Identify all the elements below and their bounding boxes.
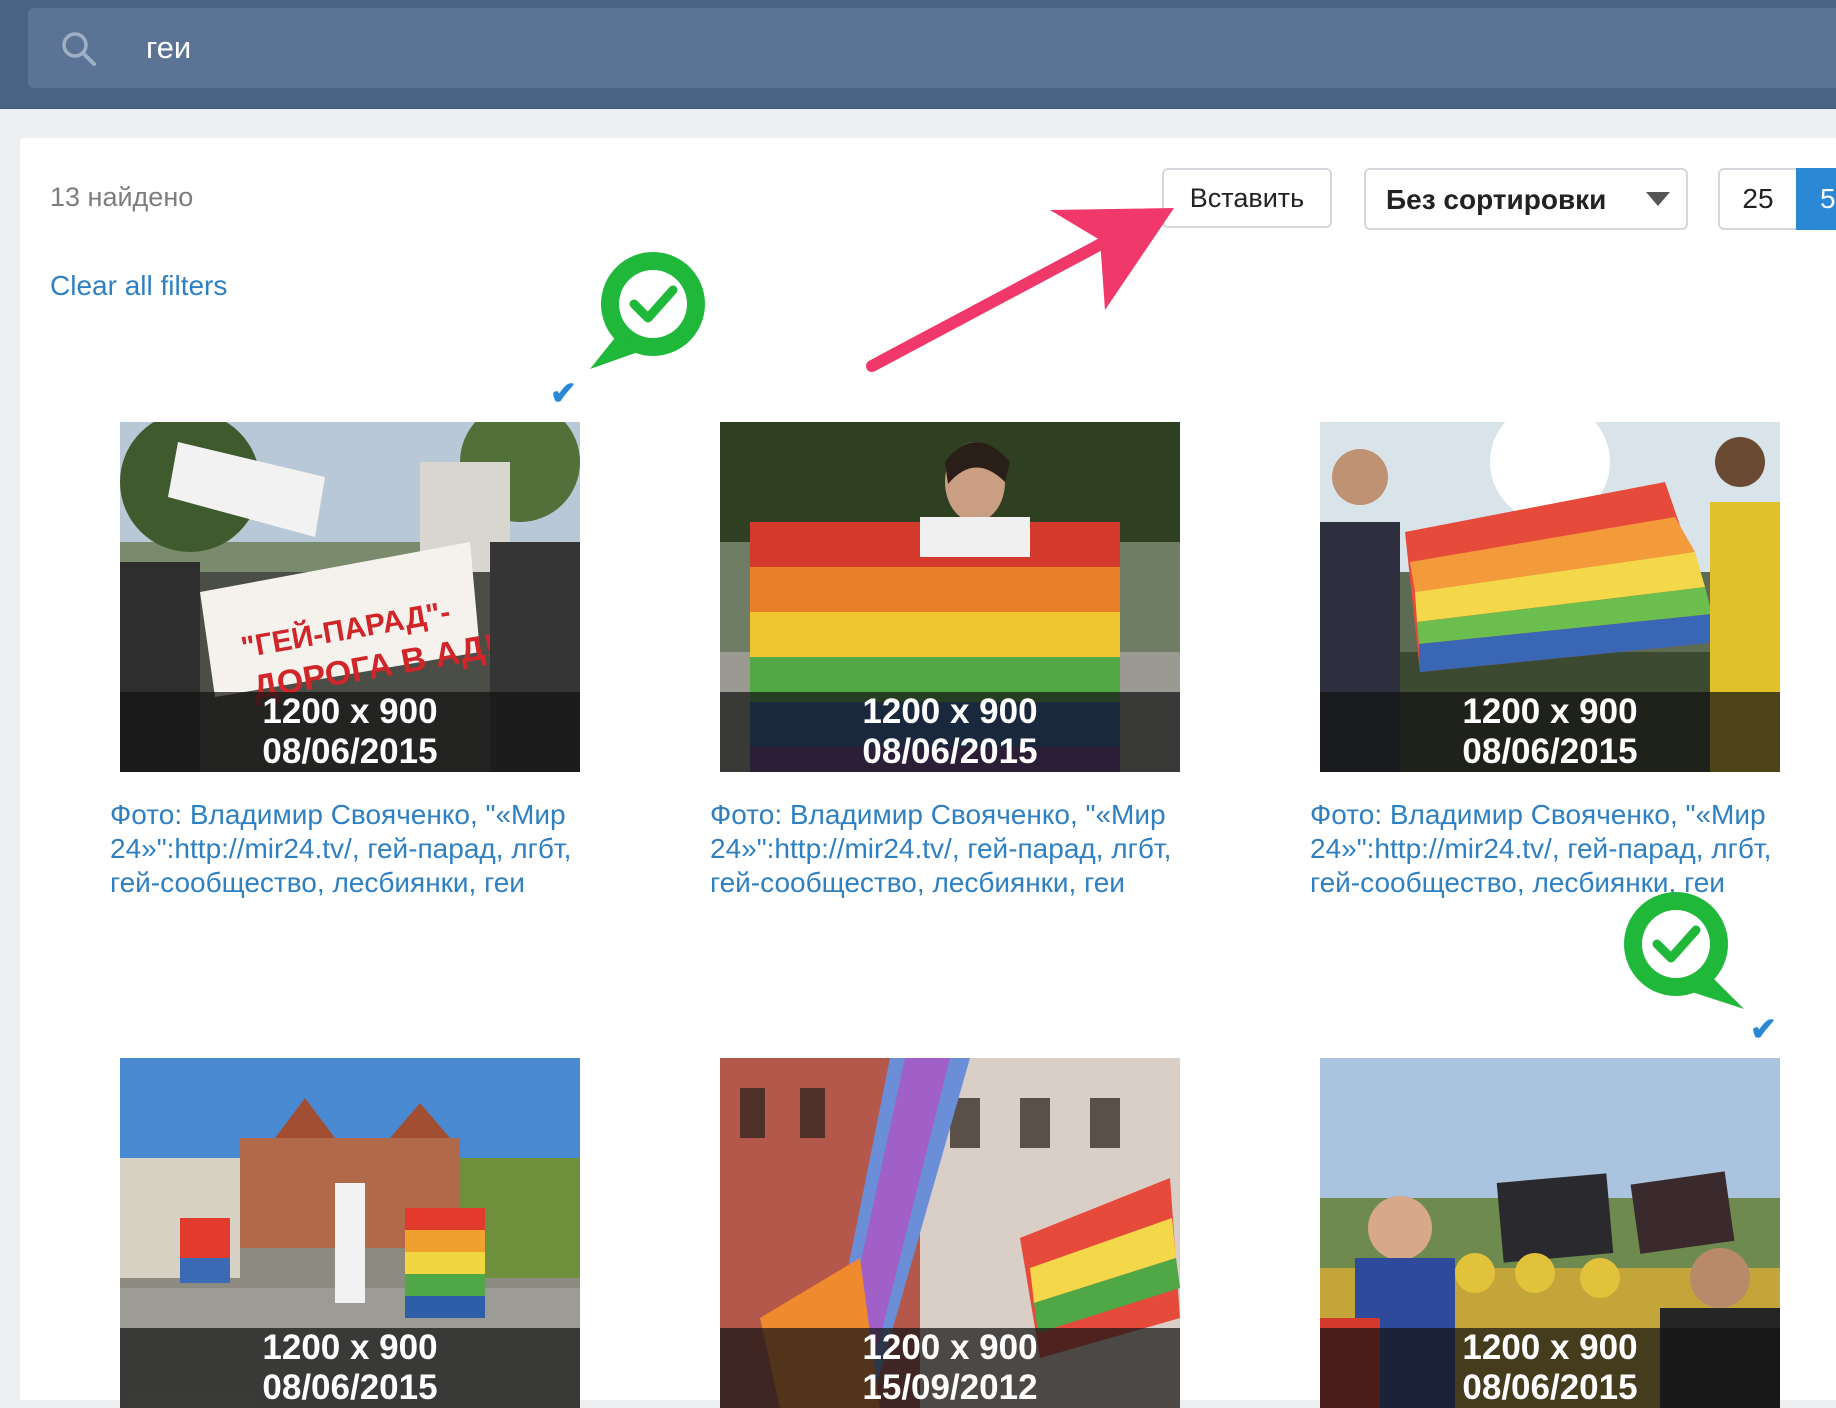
photo-date: 08/06/2015 [862,732,1038,771]
search-icon[interactable] [60,30,98,68]
search-bar[interactable] [28,8,1836,88]
photo-info-overlay: 1200 x 900 08/06/2015 [120,692,580,772]
people-holding-rainbow-flag-photo[interactable]: 1200 x 900 08/06/2015 [1320,422,1780,772]
photo-size: 1200 x 900 [862,1328,1038,1367]
search-input[interactable] [116,8,1746,88]
photo-date: 08/06/2015 [1462,732,1638,771]
insert-button[interactable]: Вставить [1162,168,1332,228]
protest-banner-photo[interactable]: "ГЕЙ-ПАРАД"- ДОРОГА В АД! 1200 x 900 08/… [120,422,580,772]
page-size-25[interactable]: 25 [1718,168,1796,230]
photo-size: 1200 x 900 [862,692,1038,731]
top-header [0,0,1836,109]
selected-check-icon[interactable]: ✔ [550,374,577,412]
photo-caption-link[interactable]: Фото: Владимир Свояченко, "«Мир 24»":htt… [110,798,580,900]
photo-date: 08/06/2015 [262,1368,438,1407]
sort-dropdown[interactable]: Без сортировки [1364,168,1688,230]
street-march-photo[interactable]: 1200 x 900 08/06/2015 [120,1058,580,1408]
photo-info-overlay: 1200 x 900 08/06/2015 [720,692,1180,772]
photo-date: 08/06/2015 [262,732,438,771]
page-size-selector: 25 5 [1718,168,1836,230]
photo-caption-link[interactable]: Фото: Владимир Свояченко, "«Мир 24»":htt… [1310,798,1780,900]
rainbow-flags-on-street-photo[interactable]: 1200 x 900 15/09/2012 [720,1058,1180,1408]
rally-with-signs-photo[interactable]: 1200 x 900 08/06/2015 [1320,1058,1780,1408]
photo-date: 15/09/2012 [862,1368,1038,1407]
photo-date: 08/06/2015 [1462,1368,1638,1407]
photo-info-overlay: 1200 x 900 08/06/2015 [1320,1328,1780,1408]
results-panel: 13 найдено Clear all filters Вставить Бе… [20,138,1836,1408]
photo-info-overlay: 1200 x 900 08/06/2015 [120,1328,580,1408]
photo-size: 1200 x 900 [262,692,438,731]
man-with-rainbow-flag-photo[interactable]: 1200 x 900 08/06/2015 [720,422,1180,772]
photo-size: 1200 x 900 [1462,1328,1638,1367]
results-count: 13 найдено [50,182,194,212]
clear-filters-link[interactable]: Clear all filters [50,270,227,302]
photo-caption-link[interactable]: Фото: Владимир Свояченко, "«Мир 24»":htt… [710,798,1180,900]
photo-info-overlay: 1200 x 900 08/06/2015 [1320,692,1780,772]
photo-size: 1200 x 900 [1462,692,1638,731]
photo-size: 1200 x 900 [262,1328,438,1367]
sort-selected-label: Без сортировки [1386,184,1607,215]
chevron-down-icon [1646,192,1670,206]
selected-check-icon[interactable]: ✔ [1750,1010,1777,1048]
photo-info-overlay: 1200 x 900 15/09/2012 [720,1328,1180,1408]
page-size-5[interactable]: 5 [1796,168,1836,230]
